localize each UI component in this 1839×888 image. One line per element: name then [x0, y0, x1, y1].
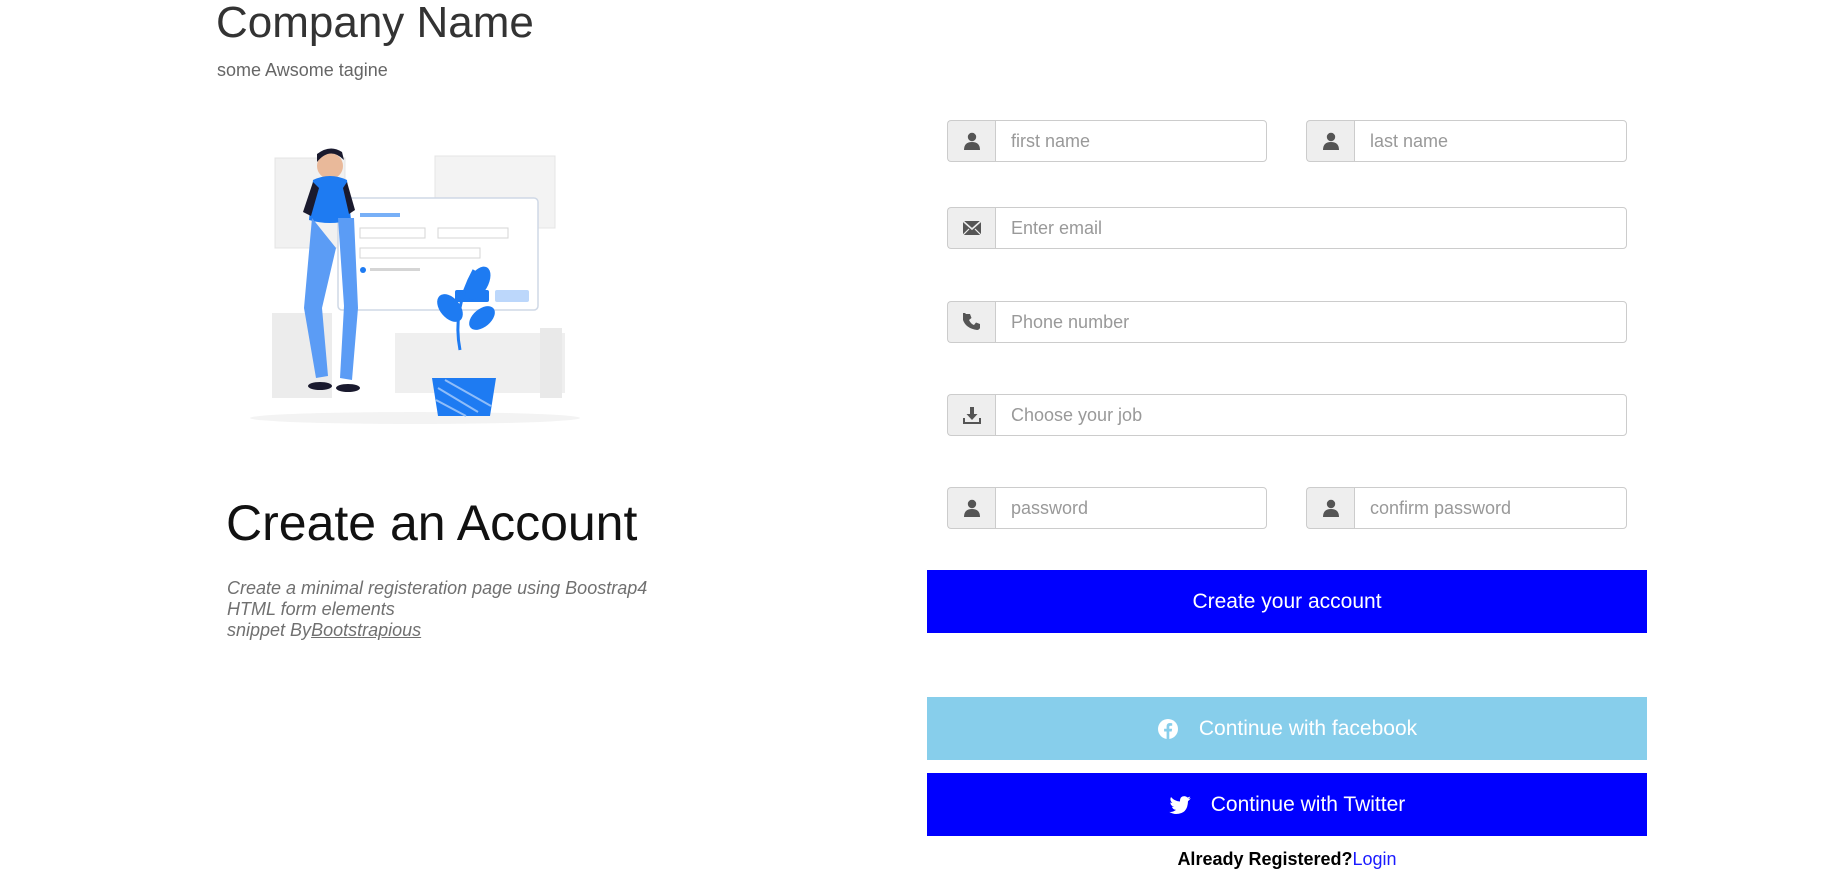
user-icon	[1306, 487, 1354, 529]
login-prompt: Already Registered?Login	[927, 849, 1647, 870]
envelope-icon	[947, 207, 995, 249]
email-group	[947, 207, 1627, 249]
job-input[interactable]	[995, 394, 1627, 436]
registration-page: Company Name some Awsome tagine Create a…	[0, 0, 1839, 888]
password-group	[947, 487, 1267, 529]
facebook-label: Continue with facebook	[1198, 716, 1418, 740]
user-icon	[947, 487, 995, 529]
first-name-input[interactable]	[995, 120, 1267, 162]
facebook-icon	[1157, 718, 1179, 740]
user-icon	[947, 120, 995, 162]
tagline: some Awsome tagine	[217, 60, 388, 80]
phone-icon	[947, 301, 995, 343]
create-account-label: Create your account	[1192, 589, 1382, 613]
phone-input[interactable]	[995, 301, 1627, 343]
intro-line-3: snippet ByBootstrapious	[227, 620, 647, 641]
snippet-by-label: snippet By	[227, 620, 312, 640]
already-registered-text: Already Registered?	[1177, 849, 1353, 869]
create-account-title: Create an Account	[226, 495, 638, 551]
twitter-label: Continue with Twitter	[1210, 792, 1406, 816]
phone-group	[947, 301, 1627, 343]
confirm-password-group	[1306, 487, 1627, 529]
last-name-input[interactable]	[1354, 120, 1627, 162]
confirm-password-input[interactable]	[1354, 487, 1627, 529]
login-link[interactable]: Login	[1353, 849, 1397, 869]
company-name: Company Name	[216, 0, 534, 47]
facebook-button[interactable]: Continue with facebook	[927, 697, 1647, 760]
twitter-button[interactable]: Continue with Twitter	[927, 773, 1647, 836]
download-icon	[947, 394, 995, 436]
user-icon	[1306, 120, 1354, 162]
create-account-button[interactable]: Create your account	[927, 570, 1647, 633]
intro-line-2: HTML form elements	[227, 599, 395, 619]
last-name-group	[1306, 120, 1627, 162]
registration-illustration	[220, 118, 610, 430]
email-input[interactable]	[995, 207, 1627, 249]
bootstrapious-link[interactable]: Bootstrapious	[311, 620, 421, 640]
intro-line-1: Create a minimal registeration page usin…	[227, 578, 648, 598]
password-input[interactable]	[995, 487, 1267, 529]
person-with-form-illustration-icon	[250, 148, 580, 424]
intro-description: Create a minimal registeration page usin…	[227, 578, 647, 641]
job-group	[947, 394, 1627, 436]
twitter-icon	[1168, 795, 1191, 814]
first-name-group	[947, 120, 1267, 162]
